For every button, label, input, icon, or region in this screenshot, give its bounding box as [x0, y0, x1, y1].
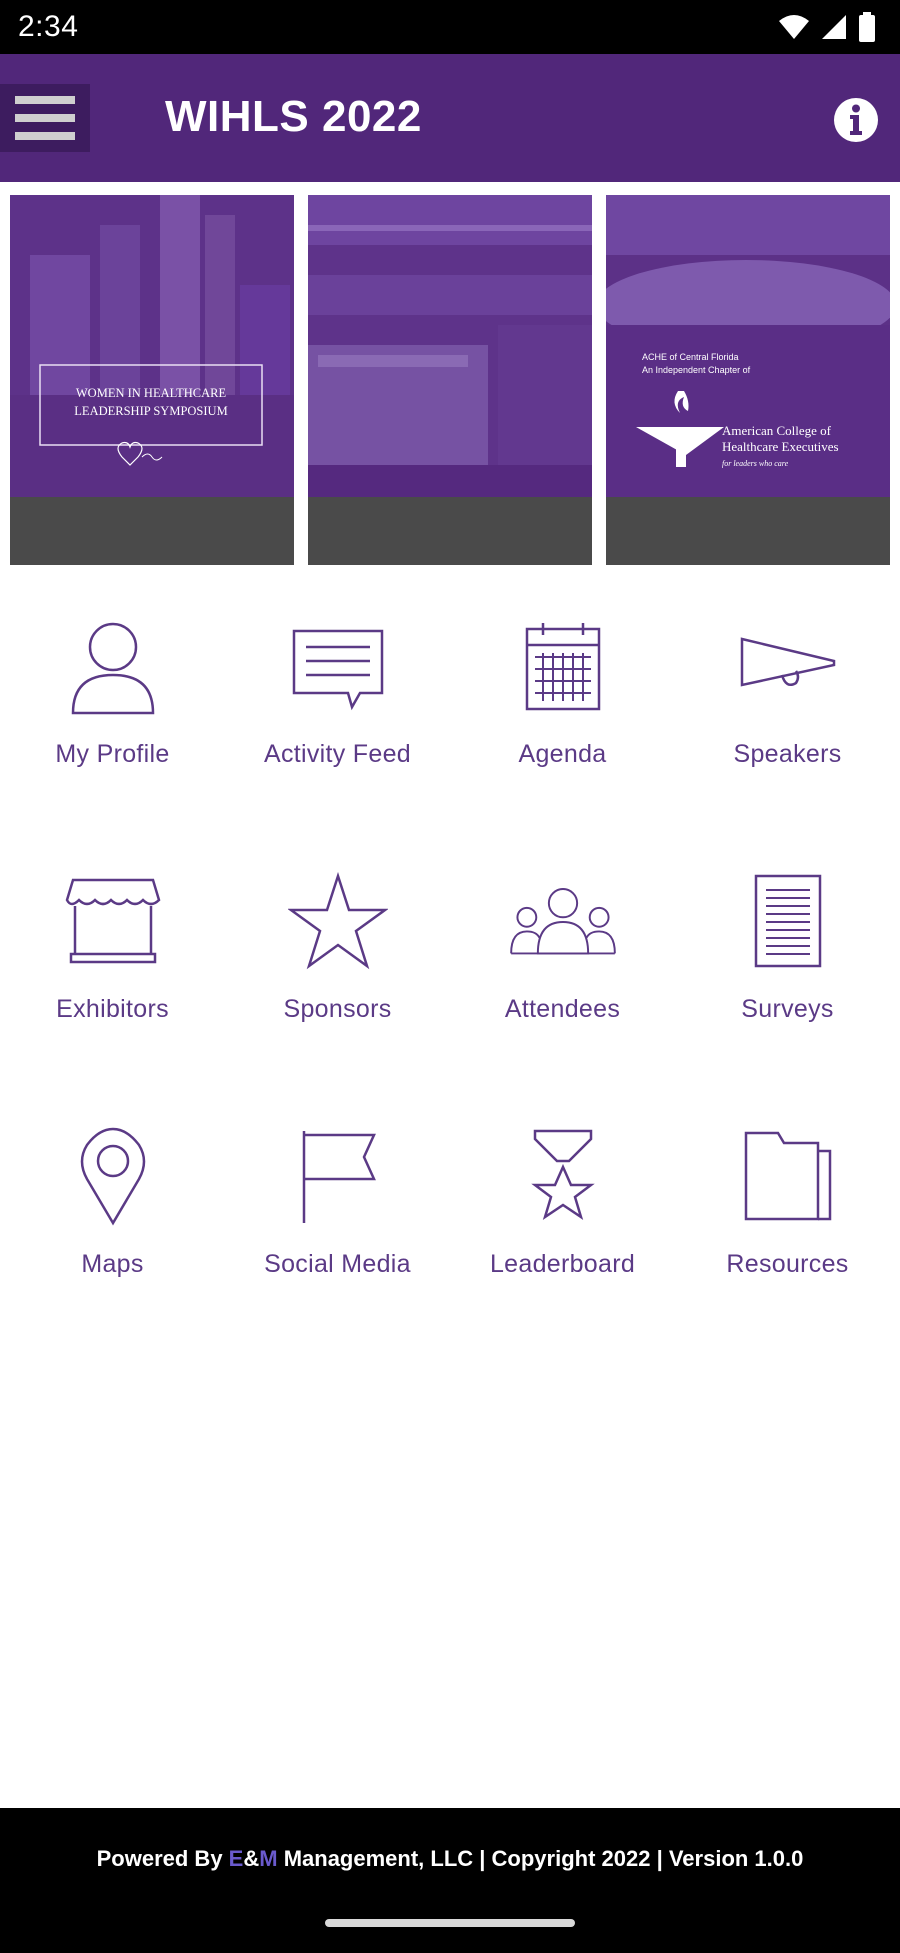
- tile-label: Maps: [81, 1250, 144, 1278]
- map-pin-icon: [80, 1127, 145, 1226]
- tile-agenda[interactable]: Agenda: [450, 612, 675, 812]
- banner-org-line1: American College of: [722, 423, 832, 438]
- status-icons: [778, 12, 876, 42]
- tile-label: Agenda: [518, 740, 607, 768]
- group-icon: [509, 888, 616, 955]
- banner-title-line2: LEADERSHIP SYMPOSIUM: [74, 404, 227, 418]
- document-icon: [754, 874, 821, 968]
- tile-speakers[interactable]: Speakers: [675, 612, 900, 812]
- tile-my-profile[interactable]: My Profile: [0, 612, 225, 812]
- tile-sponsors[interactable]: Sponsors: [225, 867, 450, 1067]
- footer-brand-e: E: [228, 1846, 244, 1871]
- star-icon: [287, 872, 388, 970]
- footer: Powered By E&M Management, LLC | Copyrig…: [0, 1808, 900, 1953]
- tile-label: Activity Feed: [263, 740, 411, 768]
- footer-brand-amp: &: [243, 1846, 260, 1871]
- banner-chapter-line1: ACHE of Central Florida: [642, 352, 739, 362]
- grid-row: Maps Social Media Leaderboard Resources: [0, 1122, 900, 1332]
- banner-caption: [10, 497, 294, 565]
- page-title: WIHLS 2022: [165, 92, 422, 141]
- banner-chapter-line2: An Independent Chapter of: [642, 365, 751, 375]
- home-indicator[interactable]: [325, 1919, 575, 1927]
- megaphone-icon: [740, 637, 835, 687]
- storefront-icon: [65, 878, 160, 964]
- tile-label: Social Media: [264, 1250, 411, 1278]
- tile-label: My Profile: [55, 740, 170, 768]
- banner-carousel: WOMEN IN HEALTHCARE LEADERSHIP SYMPOSIUM: [10, 195, 890, 565]
- tile-label: Attendees: [504, 995, 621, 1023]
- status-time: 2:34: [18, 10, 79, 43]
- cell-signal-icon: [822, 15, 846, 39]
- footer-brand-m: M: [259, 1846, 278, 1871]
- footer-powered-by: Powered By: [96, 1846, 229, 1871]
- calendar-icon: [525, 623, 600, 711]
- flag-icon: [302, 1131, 376, 1223]
- banner-tagline: for leaders who care: [722, 459, 789, 468]
- banner-image: WOMEN IN HEALTHCARE LEADERSHIP SYMPOSIUM: [10, 195, 294, 497]
- medal-icon: [530, 1129, 595, 1220]
- app-bar: WIHLS 2022: [0, 54, 900, 182]
- tile-social-media[interactable]: Social Media: [225, 1122, 450, 1322]
- banner-caption: [308, 497, 592, 565]
- user-profile-icon: [71, 622, 154, 715]
- banner-caption: [606, 497, 890, 565]
- status-bar: 2:34: [0, 0, 900, 54]
- banner-org-line2: Healthcare Executives: [722, 439, 839, 454]
- banner-title-line1: WOMEN IN HEALTHCARE: [76, 386, 227, 400]
- tile-label: Surveys: [741, 995, 834, 1023]
- grid-row: Exhibitors Sponsors Attendees Surveys: [0, 867, 900, 1077]
- tile-activity-feed[interactable]: Activity Feed: [225, 612, 450, 812]
- tile-label: Sponsors: [283, 995, 392, 1023]
- grid-row: My Profile Activity Feed Agenda Speakers: [0, 612, 900, 822]
- tile-resources[interactable]: Resources: [675, 1122, 900, 1322]
- tile-surveys[interactable]: Surveys: [675, 867, 900, 1067]
- menu-button[interactable]: [0, 84, 90, 152]
- banner-ache[interactable]: ACHE of Central Florida An Independent C…: [606, 195, 890, 565]
- hamburger-menu-icon: [15, 96, 75, 140]
- tile-attendees[interactable]: Attendees: [450, 867, 675, 1067]
- banner-symposium[interactable]: WOMEN IN HEALTHCARE LEADERSHIP SYMPOSIUM: [10, 195, 294, 565]
- wifi-icon: [779, 15, 809, 39]
- info-icon[interactable]: [832, 96, 880, 144]
- tile-maps[interactable]: Maps: [0, 1122, 225, 1322]
- footer-text: Powered By E&M Management, LLC | Copyrig…: [0, 1846, 900, 1872]
- tile-leaderboard[interactable]: Leaderboard: [450, 1122, 675, 1322]
- banner-image: [308, 195, 592, 497]
- tile-label: Exhibitors: [56, 995, 169, 1023]
- battery-icon: [859, 12, 875, 42]
- chat-bubble-icon: [292, 629, 383, 711]
- tile-exhibitors[interactable]: Exhibitors: [0, 867, 225, 1067]
- footer-rest: Management, LLC | Copyright 2022 | Versi…: [277, 1846, 804, 1871]
- banner-cityscape[interactable]: [308, 195, 592, 565]
- folder-icon: [744, 1131, 831, 1221]
- tile-label: Leaderboard: [489, 1250, 636, 1278]
- banner-image: ACHE of Central Florida An Independent C…: [606, 195, 890, 497]
- tile-label: Resources: [726, 1250, 849, 1278]
- tile-label: Speakers: [733, 740, 842, 768]
